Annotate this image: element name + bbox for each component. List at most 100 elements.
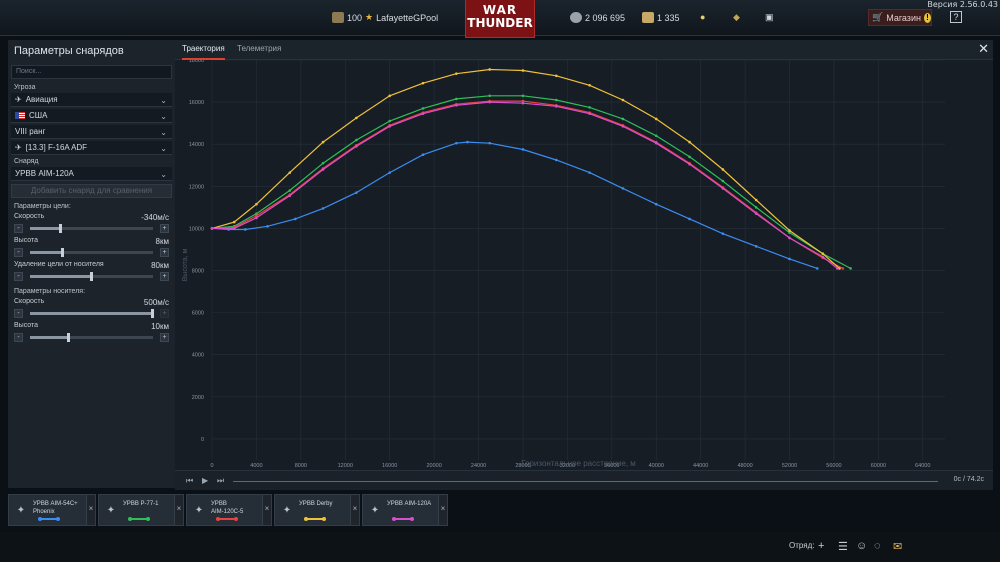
add-compare-button[interactable]: Добавить снаряд для сравнения xyxy=(11,184,172,198)
chat-icon[interactable]: ◌ xyxy=(874,540,881,552)
lightbulb-button[interactable]: ● xyxy=(700,12,705,22)
data-point xyxy=(421,81,425,85)
tab-trajectory[interactable]: Траектория xyxy=(182,44,225,60)
battle-pass-icon: ◆ xyxy=(733,12,740,22)
target-dist-slider[interactable]: - + xyxy=(14,271,169,282)
slider-knob[interactable] xyxy=(89,272,93,281)
target-alt-slider[interactable]: - + xyxy=(14,247,169,258)
x-tick-label: 16000 xyxy=(382,463,397,469)
data-point xyxy=(588,106,591,109)
contacts-icon[interactable]: ☺ xyxy=(856,540,867,552)
battle-pass-button[interactable]: ◆ xyxy=(733,12,740,23)
tab-telemetry[interactable]: Телеметрия xyxy=(237,44,281,53)
y-tick-label: 0 xyxy=(201,437,204,443)
data-point xyxy=(488,68,491,71)
minus-button[interactable]: - xyxy=(14,248,23,257)
x-tick-label: 8000 xyxy=(295,463,307,469)
plus-button[interactable]: + xyxy=(160,224,169,233)
vehicle-select[interactable]: ✈ [13.3] F-16A ADF ⌄ xyxy=(11,141,172,155)
remove-slot-button[interactable]: × xyxy=(438,495,447,525)
shop-button[interactable]: 🛒 Магазин ! xyxy=(868,9,932,26)
skip-forward-icon[interactable]: ⏭ xyxy=(217,476,224,486)
minus-button[interactable]: - xyxy=(14,224,23,233)
plus-button[interactable]: + xyxy=(160,333,169,342)
help-button[interactable]: ? xyxy=(950,11,962,23)
slot-name-line1: УРВВ Derby xyxy=(299,501,333,507)
carrier-alt-slider[interactable]: - + xyxy=(14,332,169,343)
slot-name-line2: AIM-120C-5 xyxy=(211,509,244,515)
data-point xyxy=(821,252,825,255)
data-point xyxy=(654,117,658,121)
plus-button[interactable]: + xyxy=(160,309,169,318)
tickets-button[interactable]: ▣ xyxy=(765,12,774,23)
search-input[interactable]: Поиск... xyxy=(11,65,172,79)
silver-lions[interactable]: 2 096 695 xyxy=(570,12,625,23)
slider-knob[interactable] xyxy=(58,224,62,233)
data-point xyxy=(266,225,269,228)
country-select[interactable]: США ⌄ xyxy=(11,109,172,123)
compare-slot[interactable]: ✦ УРВВ Р-77-1 × xyxy=(98,494,184,526)
data-point xyxy=(488,141,491,145)
bottom-bar: Отряд: + ☰ ☺ ◌ ✉ xyxy=(0,532,1000,562)
data-point xyxy=(654,141,658,145)
close-button[interactable]: ✕ xyxy=(978,42,989,56)
playback-track[interactable] xyxy=(233,481,938,482)
remove-slot-button[interactable]: × xyxy=(86,495,95,525)
remove-slot-button[interactable]: × xyxy=(262,495,271,525)
compare-slot[interactable]: ✦ УРВВ AIM-120A × xyxy=(362,494,448,526)
lightbulb-icon: ● xyxy=(700,12,706,22)
minus-button[interactable]: - xyxy=(14,333,23,342)
data-point xyxy=(210,227,214,230)
data-point xyxy=(421,107,425,110)
slider-track[interactable] xyxy=(30,272,153,281)
slider-knob[interactable] xyxy=(151,309,154,318)
war-thunder-logo[interactable]: WAR THUNDER xyxy=(465,0,535,38)
data-point xyxy=(554,105,558,108)
slider-track[interactable] xyxy=(30,309,154,318)
y-tick-label: 18000 xyxy=(189,60,204,64)
minus-button[interactable]: - xyxy=(14,272,23,281)
skip-back-icon[interactable]: ⏮ xyxy=(186,476,193,486)
data-point xyxy=(838,267,841,270)
minus-button[interactable]: - xyxy=(14,309,23,318)
data-point xyxy=(654,134,658,138)
slider-knob[interactable] xyxy=(67,333,71,342)
remove-slot-button[interactable]: × xyxy=(174,495,183,525)
data-point xyxy=(321,168,325,171)
compare-slot[interactable]: ✦ УРВВ AIM-120C-5 × xyxy=(186,494,272,526)
player-level[interactable]: 100 ★ LafayetteGPool xyxy=(332,12,438,23)
missile-icon: ✦ xyxy=(16,504,26,516)
plus-button[interactable]: + xyxy=(160,272,169,281)
threat-type-select[interactable]: ✈ Авиация ⌄ xyxy=(11,93,172,107)
remove-slot-button[interactable]: × xyxy=(350,495,359,525)
target-params-label: Параметры цели: xyxy=(14,203,71,210)
data-point xyxy=(754,206,758,209)
y-tick-label: 4000 xyxy=(192,353,204,359)
play-icon[interactable]: ▶ xyxy=(202,476,208,485)
compare-slot[interactable]: ✦ УРВВ Derby × xyxy=(274,494,360,526)
data-point xyxy=(588,112,591,115)
add-squad-icon[interactable]: + xyxy=(818,540,824,552)
rank-select[interactable]: VIII ранг ⌄ xyxy=(11,125,172,139)
data-point xyxy=(821,255,825,259)
slider-track[interactable] xyxy=(30,333,153,342)
data-point xyxy=(688,162,691,166)
list-icon[interactable]: ☰ xyxy=(838,540,848,553)
data-point xyxy=(388,125,391,128)
panel-title: Параметры снарядов xyxy=(14,45,124,57)
shell-select[interactable]: УРВВ AIM-120A ⌄ xyxy=(11,167,172,181)
plus-button[interactable]: + xyxy=(160,248,169,257)
y-tick-label: 14000 xyxy=(189,142,204,148)
compare-slot[interactable]: ✦ УРВВ AIM-54C+ Phoenix × xyxy=(8,494,96,526)
username: LafayetteGPool xyxy=(376,12,439,23)
mail-icon[interactable]: ✉ xyxy=(893,540,902,553)
series-color-swatch xyxy=(216,517,238,521)
slider-track[interactable] xyxy=(30,248,153,257)
carrier-speed-slider[interactable]: - + xyxy=(14,308,169,319)
compare-slots: ✦ УРВВ AIM-54C+ Phoenix × ✦ УРВВ Р-77-1 × ✦ УРВВ… xyxy=(8,494,453,526)
data-point xyxy=(815,267,819,270)
target-speed-slider[interactable]: - + xyxy=(14,223,169,234)
golden-eagles[interactable]: 1 335 xyxy=(642,12,680,23)
slider-knob[interactable] xyxy=(61,248,65,257)
slider-track[interactable] xyxy=(30,224,153,233)
